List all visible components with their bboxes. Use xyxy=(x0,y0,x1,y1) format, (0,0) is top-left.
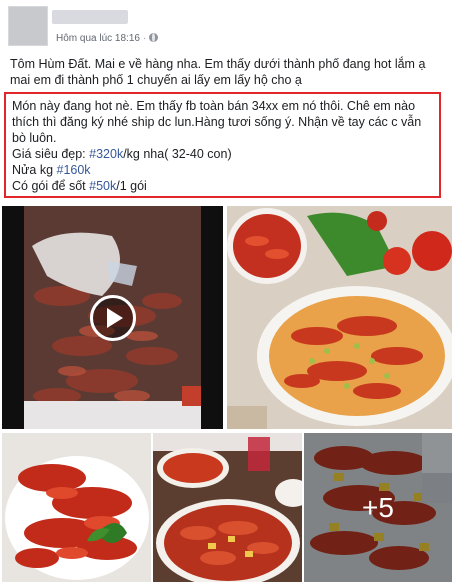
hashtag-320k[interactable]: #320k xyxy=(89,147,123,161)
highlighted-post-text: Món này đang hot nè. Em thấy fb toàn bán… xyxy=(4,92,441,198)
video-overlay xyxy=(2,206,223,429)
video-thumbnail[interactable] xyxy=(2,206,223,429)
post-timestamp[interactable]: Hôm qua lúc 18:16 · xyxy=(56,33,159,44)
globe-icon[interactable] xyxy=(149,33,159,42)
photo-more[interactable]: +5 xyxy=(304,433,452,582)
more-photos-count[interactable]: +5 xyxy=(362,492,394,524)
photo-crawfish-table[interactable] xyxy=(153,433,302,582)
crawfish-table-image xyxy=(153,433,302,582)
sauce-suffix: /1 gói xyxy=(116,179,147,193)
crawfish-plate-image xyxy=(227,206,452,429)
photo-crawfish-basil[interactable] xyxy=(2,433,151,582)
hashtag-50k[interactable]: #50k xyxy=(89,179,116,193)
post-header: Hôm qua lúc 18:16 · xyxy=(0,0,452,52)
crawfish-basil-image xyxy=(2,433,151,582)
half-label: Nửa kg xyxy=(12,163,57,177)
play-icon xyxy=(107,307,123,328)
photo-crawfish-plate[interactable] xyxy=(227,206,452,429)
price-label: Giá siêu đẹp: xyxy=(12,147,90,161)
highlight-line-sauce: Có gói để sốt #50k/1 gói xyxy=(12,178,433,194)
highlight-line-description: Món này đang hot nè. Em thấy fb toàn bán… xyxy=(12,99,422,145)
more-photos-overlay[interactable]: +5 xyxy=(304,433,452,582)
post-intro-text: Tôm Hùm Đất. Mai e về hàng nha. Em thấy … xyxy=(10,57,426,87)
author-name-redacted[interactable] xyxy=(52,10,128,24)
avatar[interactable] xyxy=(8,6,48,46)
sauce-label: Có gói để sốt xyxy=(12,179,90,193)
photo-grid: +5 xyxy=(0,204,452,582)
highlight-line-half: Nửa kg #160k xyxy=(12,162,433,178)
highlight-line-price: Giá siêu đẹp: #320k/kg nha( 32-40 con) xyxy=(12,146,433,162)
separator: · xyxy=(142,33,147,44)
timestamp-text[interactable]: Hôm qua lúc 18:16 xyxy=(56,33,140,44)
play-button[interactable] xyxy=(89,294,136,341)
price-suffix: /kg nha( 32-40 con) xyxy=(123,147,232,161)
hashtag-160k[interactable]: #160k xyxy=(57,163,91,177)
